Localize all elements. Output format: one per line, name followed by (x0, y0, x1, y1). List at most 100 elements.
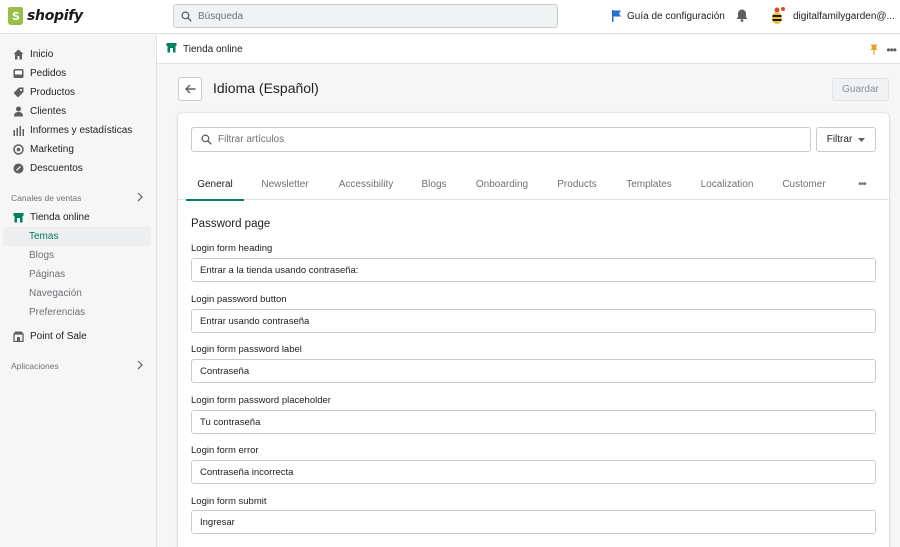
pos-icon (12, 331, 24, 343)
sales-channels-label: Canales de ventas (11, 193, 82, 203)
back-button[interactable] (178, 77, 202, 101)
tab-accessibility[interactable]: Accessibility (332, 169, 400, 200)
tab-onboarding[interactable]: Onboarding (468, 169, 536, 200)
sidebar-item-tienda-online[interactable]: Tienda online (0, 208, 157, 227)
target-icon (12, 144, 24, 156)
more-options-icon[interactable]: ••• (886, 43, 897, 57)
store-avatar-icon (772, 7, 785, 24)
sales-channels-header[interactable]: Canales de ventas (0, 190, 157, 206)
translations-card: Filtrar General Newsletter Accessibility… (178, 113, 889, 547)
sidebar-item-label: Pedidos (30, 68, 67, 79)
account-name: digitalfamilygarden@... (793, 10, 895, 22)
top-bar: shopify Guía de configuración digitalfam… (0, 0, 900, 34)
sidebar-subitem-preferencias[interactable]: Preferencias (3, 303, 151, 322)
subitem-label: Blogs (29, 250, 55, 261)
pin-icon[interactable] (870, 44, 878, 58)
sidebar-item-informes[interactable]: Informes y estadísticas (0, 121, 157, 140)
person-icon (12, 106, 24, 118)
orders-icon (12, 68, 24, 80)
tab-general[interactable]: General (186, 169, 244, 201)
breadcrumb: Tienda online ••• (157, 35, 900, 64)
login-form-heading-field[interactable] (191, 258, 876, 282)
sidebar-item-label: Productos (30, 87, 76, 98)
apps-label: Aplicaciones (11, 361, 59, 371)
sidebar-item-productos[interactable]: Productos (0, 83, 157, 102)
avatar (767, 6, 787, 26)
sidebar-item-label: Informes y estadísticas (30, 125, 133, 136)
notifications-button[interactable] (736, 9, 748, 25)
sidebar-item-label: Marketing (30, 144, 74, 155)
tab-products[interactable]: Products (550, 169, 604, 200)
field-label: Login form submit (191, 496, 267, 507)
tab-templates[interactable]: Templates (618, 169, 680, 200)
sidebar-subitem-blogs[interactable]: Blogs (3, 246, 151, 265)
sidebar-item-label: Tienda online (30, 212, 90, 223)
subitem-label: Temas (29, 231, 59, 242)
sidebar-item-pedidos[interactable]: Pedidos (0, 64, 157, 83)
save-button[interactable]: Guardar (832, 78, 889, 101)
bar-chart-icon (12, 125, 24, 137)
sidebar-subitem-paginas[interactable]: Páginas (3, 265, 151, 284)
store-icon (12, 212, 24, 224)
tag-icon (12, 87, 24, 99)
sidebar-item-label: Inicio (30, 49, 54, 60)
sidebar-subitem-temas[interactable]: Temas (3, 227, 151, 246)
search-icon (201, 134, 212, 145)
sidebar-item-label: Clientes (30, 106, 67, 117)
sidebar: Inicio Pedidos Productos Clientes Inform… (0, 35, 157, 547)
login-password-button-field[interactable] (191, 309, 876, 333)
shopify-logo[interactable]: shopify (8, 7, 83, 25)
section-title: Password page (191, 218, 271, 230)
sidebar-item-clientes[interactable]: Clientes (0, 102, 157, 121)
subitem-label: Navegación (29, 288, 82, 299)
sidebar-item-descuentos[interactable]: Descuentos (0, 159, 157, 178)
sidebar-item-label: Point of Sale (30, 331, 87, 342)
home-icon (12, 49, 24, 61)
field-label: Login form password placeholder (191, 395, 331, 406)
login-form-password-placeholder-field[interactable] (191, 410, 876, 434)
login-form-submit-field[interactable] (191, 510, 876, 534)
sidebar-subitem-navegacion[interactable]: Navegación (3, 284, 151, 303)
flag-icon (612, 10, 621, 22)
field-label: Login form password label (191, 344, 302, 355)
filter-input[interactable] (218, 134, 798, 145)
login-form-password-label-field[interactable] (191, 359, 876, 383)
account-menu[interactable]: digitalfamilygarden@... (767, 6, 895, 26)
tab-localization[interactable]: Localization (694, 169, 760, 200)
chevron-right-icon (137, 192, 143, 204)
setup-guide-link[interactable]: Guía de configuración (611, 10, 725, 22)
field-label: Login password button (191, 294, 287, 305)
search-input[interactable] (198, 10, 538, 22)
subitem-label: Preferencias (29, 307, 86, 318)
page-title: Idioma (Español) (213, 80, 319, 96)
store-icon (166, 42, 177, 56)
login-form-error-field[interactable] (191, 460, 876, 484)
tab-more[interactable]: ••• (848, 169, 876, 200)
subitem-label: Páginas (29, 269, 66, 280)
chevron-right-icon (137, 360, 143, 372)
sidebar-item-point-of-sale[interactable]: Point of Sale (0, 327, 157, 346)
tab-customer[interactable]: Customer (774, 169, 834, 200)
tab-blogs[interactable]: Blogs (414, 169, 454, 200)
discount-icon (12, 163, 24, 175)
logo-text: shopify (27, 8, 83, 24)
shopify-bag-icon (8, 7, 23, 25)
arrow-left-icon (184, 84, 195, 94)
filter-field[interactable] (191, 127, 811, 152)
bell-icon (736, 9, 748, 22)
tab-newsletter[interactable]: Newsletter (254, 169, 316, 200)
breadcrumb-label: Tienda online (183, 43, 243, 55)
search-icon (181, 10, 192, 22)
sidebar-item-inicio[interactable]: Inicio (0, 45, 157, 64)
setup-guide-label: Guía de configuración (627, 10, 725, 22)
field-label: Login form heading (191, 243, 273, 254)
sidebar-item-marketing[interactable]: Marketing (0, 140, 157, 159)
caret-down-icon (858, 137, 866, 142)
filter-button[interactable]: Filtrar (816, 127, 876, 152)
tab-bar: General Newsletter Accessibility Blogs O… (178, 169, 889, 201)
global-search[interactable] (173, 4, 558, 28)
apps-header[interactable]: Aplicaciones (0, 358, 157, 374)
sidebar-item-label: Descuentos (30, 163, 83, 174)
field-label: Login form error (191, 445, 259, 456)
filter-button-label: Filtrar (826, 134, 853, 145)
